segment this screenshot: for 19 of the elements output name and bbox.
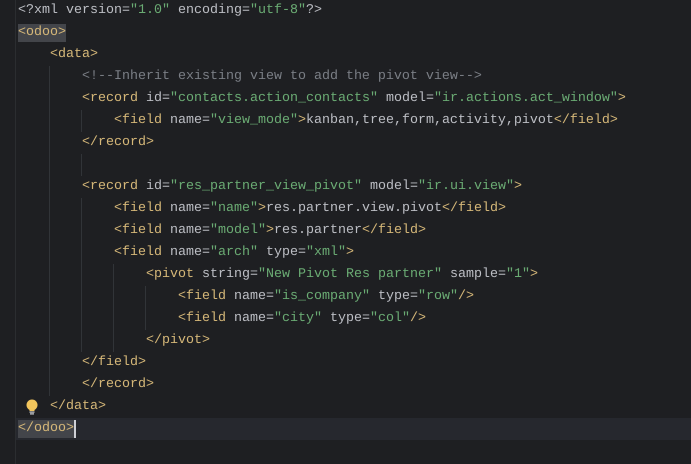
code-line: <field name="model">res.partner</field>	[114, 222, 426, 240]
code-line: <?xml version="1.0" encoding="utf-8"?>	[18, 2, 322, 20]
code-line: <data>	[50, 46, 98, 64]
code-line: <field name="name">res.partner.view.pivot</field>	[114, 200, 506, 218]
code-line: </record>	[82, 376, 154, 394]
code-line: </field>	[82, 354, 146, 372]
code-line: <record id="res_partner_view_pivot" model="ir.ui.view">	[82, 178, 522, 196]
code-line: <pivot string="New Pivot Res partner" sample="1">	[146, 266, 538, 284]
code-line: </data>	[50, 398, 106, 416]
code-line: </pivot>	[146, 332, 210, 350]
code-line: <field name="is_company" type="row"/>	[178, 288, 474, 306]
code-line: </record>	[82, 134, 154, 152]
code-line: <field name="arch" type="xml">	[114, 244, 354, 262]
code-line: <field name="view_mode">kanban,tree,form,activity,pivot</field>	[114, 112, 618, 130]
lightbulb-icon[interactable]	[25, 399, 39, 415]
code-line: <record id="contacts.action_contacts" model="ir.actions.act_window">	[82, 90, 626, 108]
code-line: <field name="city" type="col"/>	[178, 310, 426, 328]
code-line: <!--Inherit existing view to add the pivot view-->	[82, 68, 482, 86]
code-editor[interactable]	[15, 0, 691, 464]
